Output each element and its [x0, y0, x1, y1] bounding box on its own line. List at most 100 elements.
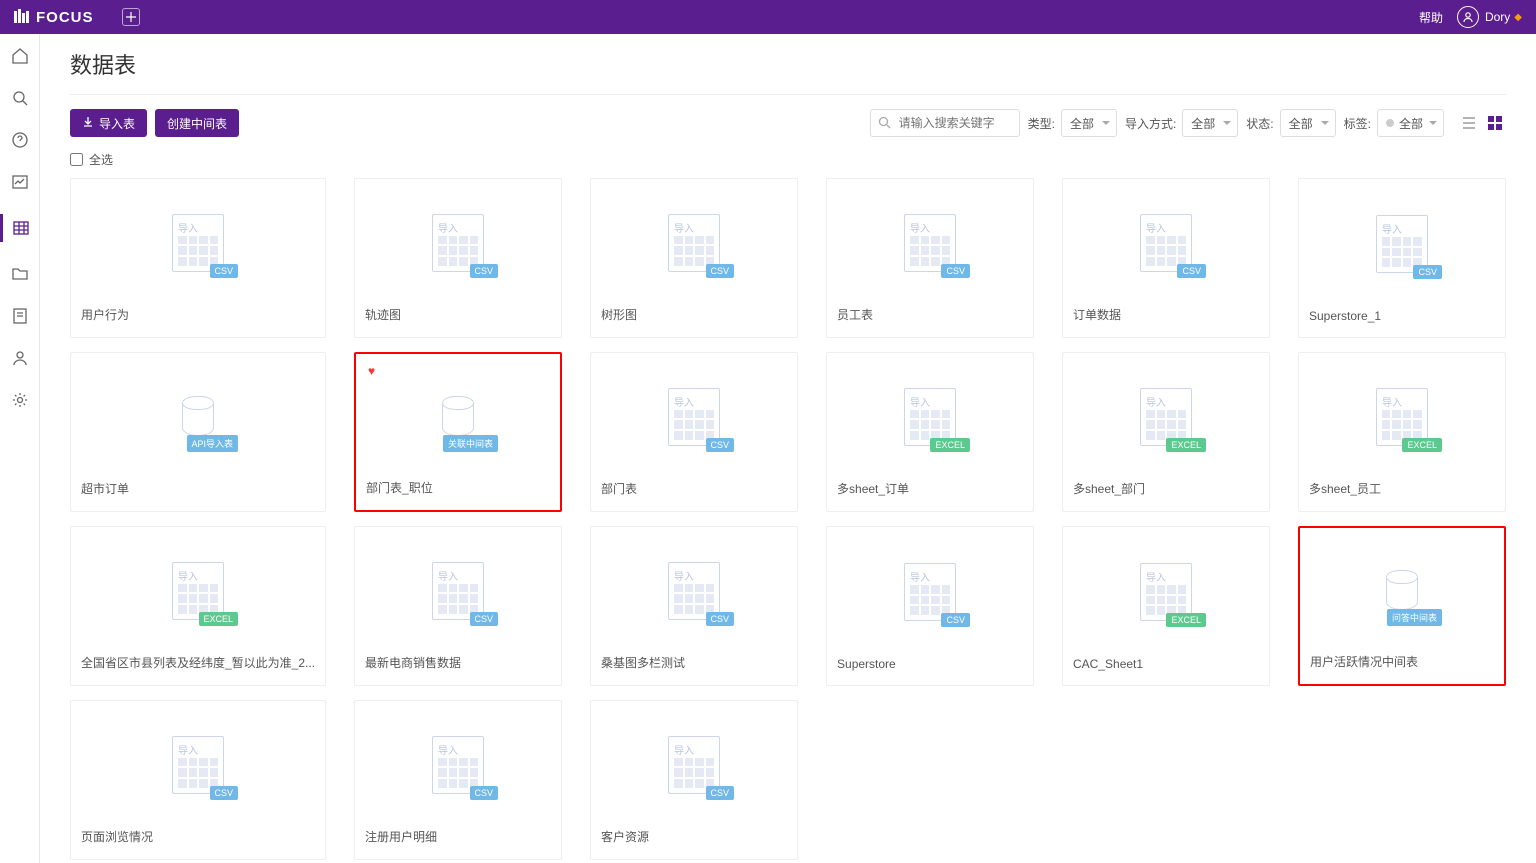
spreadsheet-thumb-icon: 导入CSV: [432, 562, 484, 620]
card-body: API导入表: [71, 353, 325, 480]
card-body: 导入CSV: [591, 527, 797, 654]
card-body: 导入CSV: [827, 179, 1033, 306]
nav-home-icon[interactable]: [10, 46, 30, 66]
spreadsheet-thumb-icon: 导入EXCEL: [904, 388, 956, 446]
spreadsheet-thumb-icon: 导入CSV: [668, 388, 720, 446]
card-title: Superstore: [827, 657, 1033, 685]
source-badge: API导入表: [187, 435, 239, 452]
select-all-checkbox[interactable]: [70, 153, 83, 166]
data-card[interactable]: 问答中间表用户活跃情况中间表: [1298, 526, 1506, 686]
spreadsheet-thumb-icon: 导入CSV: [172, 214, 224, 272]
card-title: 用户行为: [71, 306, 325, 337]
card-body: 关联中间表: [356, 354, 560, 479]
data-card[interactable]: 导入EXCEL 多sheet_订单: [826, 352, 1034, 512]
nav-folder-icon[interactable]: [10, 264, 30, 284]
data-card[interactable]: ♥关联中间表部门表_职位: [354, 352, 562, 512]
source-badge: CSV: [470, 786, 499, 800]
data-card[interactable]: API导入表超市订单: [70, 352, 326, 512]
nav-help-icon[interactable]: [10, 130, 30, 150]
card-body: 导入EXCEL: [1063, 527, 1269, 657]
source-badge: CSV: [706, 264, 735, 278]
database-thumb-icon: API导入表: [172, 388, 224, 446]
spreadsheet-thumb-icon: 导入EXCEL: [172, 562, 224, 620]
logo[interactable]: FOCUS: [14, 9, 94, 26]
nav-chart-icon[interactable]: [10, 172, 30, 192]
help-link[interactable]: 帮助: [1419, 9, 1443, 26]
card-body: 导入CSV: [591, 179, 797, 306]
filter-import-select[interactable]: 全部: [1182, 109, 1238, 137]
filter-status-select[interactable]: 全部: [1280, 109, 1336, 137]
nav-datatable-icon[interactable]: [11, 218, 31, 238]
source-badge: CSV: [941, 613, 970, 627]
source-badge: EXCEL: [1166, 438, 1206, 452]
card-body: 导入EXCEL: [71, 527, 325, 654]
vip-diamond-icon: ◆: [1514, 12, 1522, 23]
select-all-label: 全选: [89, 151, 113, 168]
data-card[interactable]: 导入CSV轨迹图: [354, 178, 562, 338]
source-badge: CSV: [210, 264, 239, 278]
card-title: CAC_Sheet1: [1063, 657, 1269, 685]
create-intermediate-button[interactable]: 创建中间表: [155, 109, 239, 137]
data-card[interactable]: 导入CSV Superstore: [826, 526, 1034, 686]
add-button[interactable]: [122, 8, 140, 26]
brand-text: FOCUS: [36, 9, 94, 26]
select-all-row[interactable]: 全选: [70, 151, 1506, 168]
card-body: 导入EXCEL: [827, 353, 1033, 480]
data-card[interactable]: 导入CSVSuperstore_1: [1298, 178, 1506, 338]
spreadsheet-thumb-icon: 导入EXCEL: [1140, 563, 1192, 621]
card-title: 多sheet_部门: [1063, 480, 1269, 511]
card-title: 桑基图多栏测试: [591, 654, 797, 685]
data-card[interactable]: 导入CSV最新电商销售数据: [354, 526, 562, 686]
data-card[interactable]: 导入CSV 用户行为: [70, 178, 326, 338]
search-input[interactable]: [870, 109, 1020, 137]
nav-search-icon[interactable]: [10, 88, 30, 108]
data-card[interactable]: 导入EXCEL多sheet_员工: [1298, 352, 1506, 512]
import-icon: [82, 116, 94, 131]
nav-user-icon[interactable]: [10, 348, 30, 368]
filter-status-label: 状态:: [1246, 115, 1273, 132]
data-card[interactable]: 导入CSV客户资源: [590, 700, 798, 860]
data-card[interactable]: 导入CSV注册用户明细: [354, 700, 562, 860]
filter-type-select[interactable]: 全部: [1061, 109, 1117, 137]
card-title: 部门表: [591, 480, 797, 511]
card-title: 员工表: [827, 306, 1033, 337]
source-badge: CSV: [941, 264, 970, 278]
sidebar: [0, 34, 40, 863]
spreadsheet-thumb-icon: 导入CSV: [904, 563, 956, 621]
search-icon: [878, 116, 891, 134]
toolbar: 导入表 创建中间表 类型: 全部 导入方式: 全部 状态: 全部: [70, 109, 1506, 137]
source-badge: EXCEL: [1402, 438, 1442, 452]
data-card[interactable]: 导入CSV页面浏览情况: [70, 700, 326, 860]
import-button-label: 导入表: [99, 115, 135, 132]
data-card[interactable]: 导入CSV员工表: [826, 178, 1034, 338]
filter-type-label: 类型:: [1028, 115, 1055, 132]
nav-settings-icon[interactable]: [10, 390, 30, 410]
data-card[interactable]: 导入EXCEL全国省区市县列表及经纬度_暂以此为准_2...: [70, 526, 326, 686]
logo-icon: [14, 9, 30, 25]
nav-resource-icon[interactable]: [10, 306, 30, 326]
data-card[interactable]: 导入CSV树形图: [590, 178, 798, 338]
source-badge: EXCEL: [199, 612, 239, 626]
data-card[interactable]: 导入CSV桑基图多栏测试: [590, 526, 798, 686]
card-title: 轨迹图: [355, 306, 561, 337]
spreadsheet-thumb-icon: 导入CSV: [1140, 214, 1192, 272]
source-badge: CSV: [470, 612, 499, 626]
view-grid-button[interactable]: [1484, 112, 1506, 134]
source-badge: CSV: [470, 264, 499, 278]
card-title: 多sheet_订单: [827, 480, 1033, 511]
data-card[interactable]: 导入CSV 部门表: [590, 352, 798, 512]
source-badge: EXCEL: [1166, 613, 1206, 627]
page-title: 数据表: [70, 48, 1506, 95]
card-body: 导入CSV: [71, 179, 325, 306]
data-card[interactable]: 导入CSV订单数据: [1062, 178, 1270, 338]
topbar: FOCUS 帮助 Dory ◆: [0, 0, 1536, 34]
data-card[interactable]: 导入EXCEL CAC_Sheet1: [1062, 526, 1270, 686]
import-button[interactable]: 导入表: [70, 109, 147, 137]
spreadsheet-thumb-icon: 导入EXCEL: [1376, 388, 1428, 446]
spreadsheet-thumb-icon: 导入EXCEL: [1140, 388, 1192, 446]
user-menu[interactable]: Dory ◆: [1457, 6, 1522, 28]
spreadsheet-thumb-icon: 导入CSV: [668, 736, 720, 794]
data-card[interactable]: 导入EXCEL 多sheet_部门: [1062, 352, 1270, 512]
filter-tag-select[interactable]: 全部: [1377, 109, 1444, 137]
view-list-button[interactable]: [1458, 112, 1480, 134]
